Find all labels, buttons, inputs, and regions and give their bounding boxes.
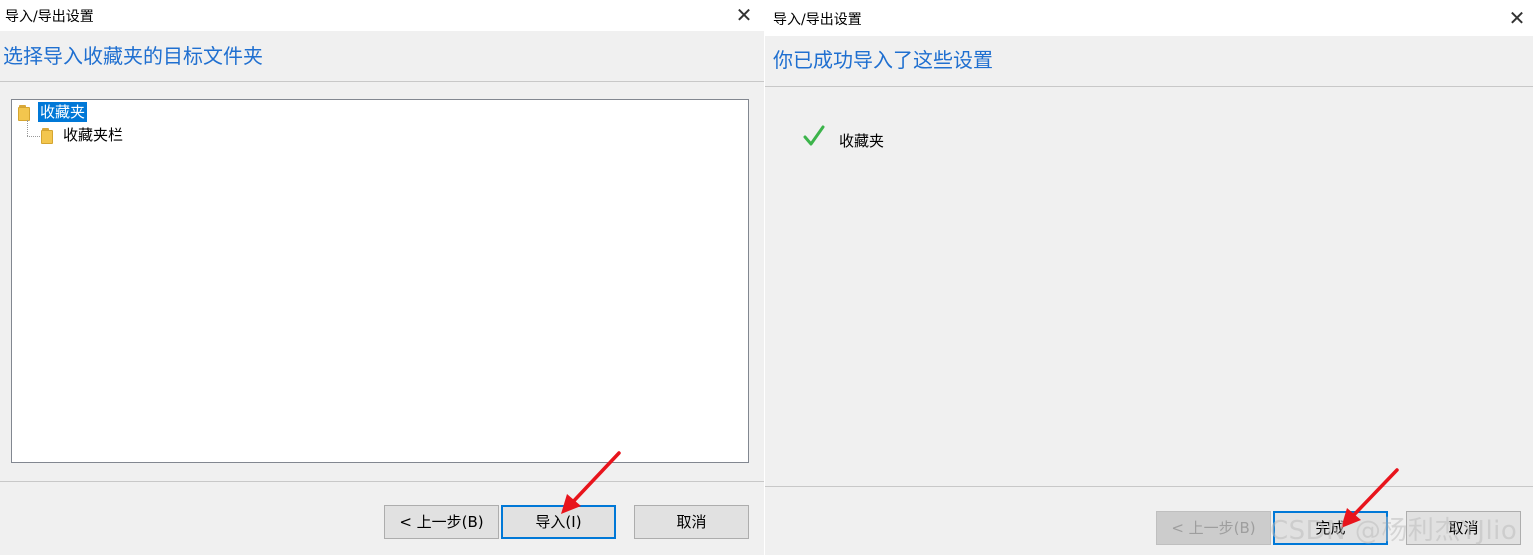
footer-divider <box>0 481 764 482</box>
window-title: 导入/导出设置 <box>773 12 862 28</box>
footer-divider <box>765 486 1533 487</box>
title-bar: 导入/导出设置 ✕ <box>765 0 1533 36</box>
header-divider <box>0 81 764 82</box>
folder-icon <box>41 128 55 144</box>
import-export-dialog-success: 导入/导出设置 ✕ 你已成功导入了这些设置 收藏夹 < 上一步(B) 完成 取消 <box>765 0 1533 555</box>
title-bar: 导入/导出设置 ✕ <box>0 0 764 31</box>
close-icon[interactable]: ✕ <box>729 0 759 30</box>
tree-connector-line <box>27 136 40 137</box>
folder-tree[interactable]: 收藏夹 收藏夹栏 <box>11 99 749 463</box>
window-title: 导入/导出设置 <box>5 9 94 25</box>
tree-connector-line <box>27 120 28 136</box>
cancel-button[interactable]: 取消 <box>634 505 749 539</box>
imported-item-label: 收藏夹 <box>839 132 885 150</box>
import-export-dialog-select-folder: 导入/导出设置 ✕ 选择导入收藏夹的目标文件夹 收藏夹 收藏夹栏 < 上一步(B… <box>0 0 764 555</box>
tree-node-favorites-bar[interactable]: 收藏夹栏 <box>41 125 125 145</box>
watermark: CSDN @杨利杰YJlio <box>1270 516 1518 546</box>
header-divider <box>765 86 1533 87</box>
tree-node-favorites[interactable]: 收藏夹 <box>18 102 88 122</box>
import-button[interactable]: 导入(I) <box>501 505 616 539</box>
close-icon[interactable]: ✕ <box>1502 3 1532 33</box>
page-heading: 选择导入收藏夹的目标文件夹 <box>3 44 263 68</box>
back-button[interactable]: < 上一步(B) <box>1156 511 1271 545</box>
back-button[interactable]: < 上一步(B) <box>384 505 499 539</box>
tree-node-label: 收藏夹栏 <box>63 126 124 144</box>
checkmark-icon <box>803 125 825 146</box>
folder-icon <box>18 105 32 121</box>
tree-node-label: 收藏夹 <box>38 102 88 122</box>
page-heading: 你已成功导入了这些设置 <box>773 48 993 72</box>
